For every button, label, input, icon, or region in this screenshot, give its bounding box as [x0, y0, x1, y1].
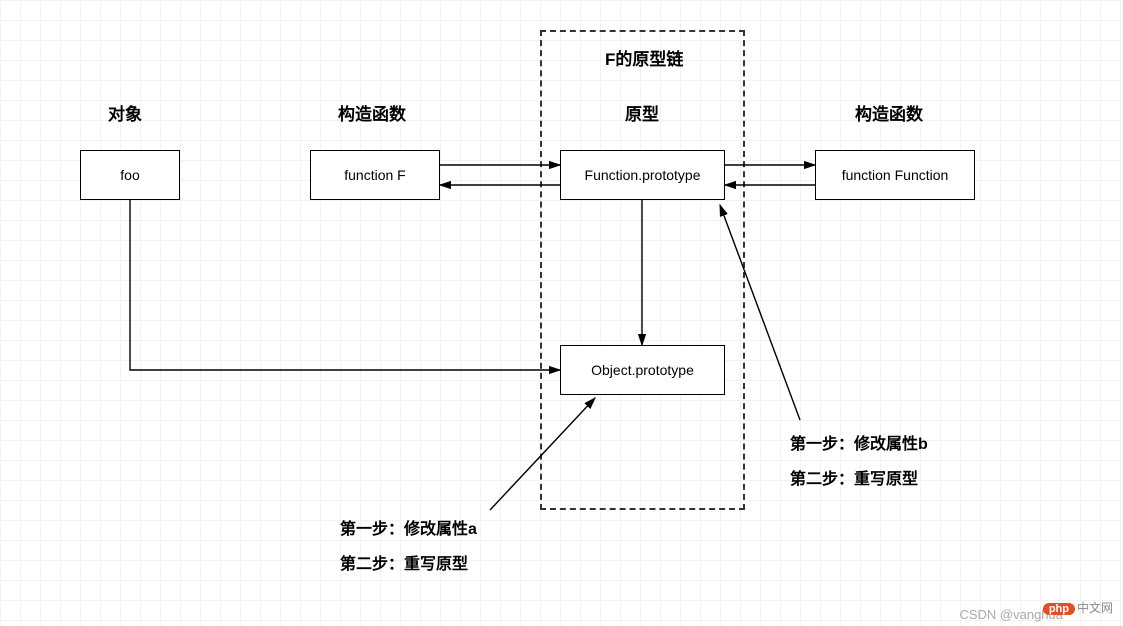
frame-title: F的原型链 — [605, 45, 683, 70]
node-function-prototype-label: Function.prototype — [585, 167, 701, 183]
php-text: 中文网 — [1077, 601, 1113, 615]
php-badge: php — [1043, 603, 1075, 615]
col-heading-constructor-1: 构造函数 — [338, 100, 406, 125]
annotation-a-line2: 第二步：重写原型 — [340, 550, 468, 574]
node-function-function: function Function — [815, 150, 975, 200]
node-foo-label: foo — [120, 167, 139, 183]
php-watermark: php中文网 — [1043, 599, 1113, 616]
arrow-foo-to-objproto — [130, 200, 560, 370]
node-function-f: function F — [310, 150, 440, 200]
annotation-b-line1: 第一步：修改属性b — [790, 430, 928, 454]
node-function-function-label: function Function — [842, 167, 949, 183]
col-heading-constructor-2: 构造函数 — [855, 100, 923, 125]
annotation-b-line2: 第二步：重写原型 — [790, 465, 918, 489]
node-object-prototype-label: Object.prototype — [591, 362, 694, 378]
node-object-prototype: Object.prototype — [560, 345, 725, 395]
col-heading-prototype: 原型 — [625, 100, 659, 125]
annotation-a-line1: 第一步：修改属性a — [340, 515, 477, 539]
col-heading-object: 对象 — [108, 100, 142, 125]
node-function-prototype: Function.prototype — [560, 150, 725, 200]
node-foo: foo — [80, 150, 180, 200]
node-function-f-label: function F — [344, 167, 405, 183]
